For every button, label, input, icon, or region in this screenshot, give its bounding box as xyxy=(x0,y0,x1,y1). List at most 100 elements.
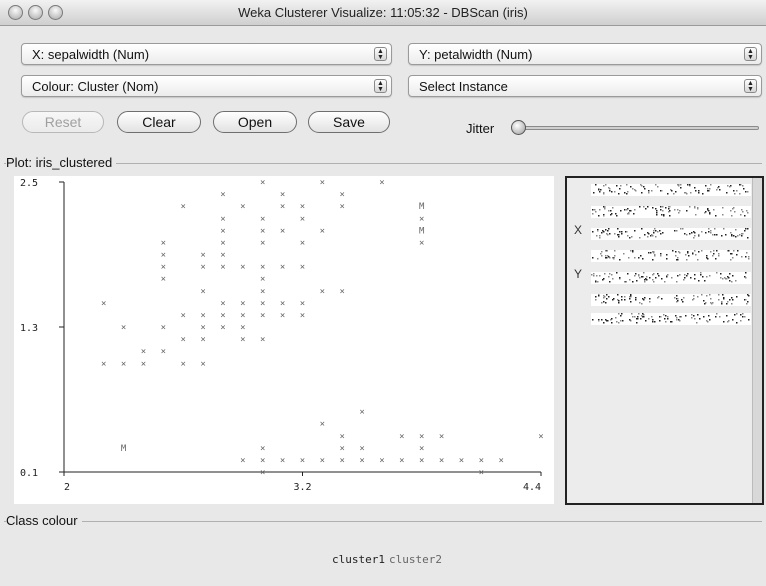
x-axis-select[interactable]: X: sepalwidth (Num) ▲ ▼ xyxy=(21,43,392,65)
data-point-cluster1[interactable]: × xyxy=(260,456,265,466)
data-point-cluster2[interactable]: × xyxy=(300,238,305,248)
data-point-cluster2[interactable]: × xyxy=(280,299,285,309)
data-point-cluster2[interactable]: × xyxy=(240,263,245,273)
data-point-cluster1[interactable]: × xyxy=(419,456,424,466)
data-point-cluster2[interactable]: × xyxy=(200,323,205,333)
data-point-cluster2[interactable]: × xyxy=(260,226,265,236)
data-point-cluster2[interactable]: × xyxy=(200,287,205,297)
attribute-bar-petalwidth[interactable] xyxy=(591,250,751,262)
data-point-cluster2[interactable]: × xyxy=(260,214,265,224)
data-point-cluster2[interactable]: × xyxy=(240,299,245,309)
data-point-cluster2[interactable]: × xyxy=(300,311,305,321)
data-point-cluster2[interactable]: × xyxy=(340,287,345,297)
data-point-noise[interactable]: M xyxy=(419,226,425,236)
attribute-bar-sepallength[interactable] xyxy=(591,184,751,196)
data-point-cluster1[interactable]: × xyxy=(359,408,364,418)
data-point-cluster2[interactable]: × xyxy=(320,226,325,236)
jitter-slider-thumb[interactable] xyxy=(511,120,526,135)
data-point-cluster1[interactable]: × xyxy=(439,456,444,466)
data-point-cluster2[interactable]: × xyxy=(260,311,265,321)
data-point-cluster2[interactable]: × xyxy=(280,190,285,200)
data-point-cluster2[interactable]: × xyxy=(200,359,205,369)
data-point-cluster2[interactable]: × xyxy=(181,202,186,212)
data-point-cluster2[interactable]: × xyxy=(260,178,265,188)
data-point-cluster2[interactable]: × xyxy=(419,238,424,248)
data-point-cluster1[interactable]: × xyxy=(479,456,484,466)
data-point-cluster2[interactable]: × xyxy=(300,299,305,309)
data-point-cluster2[interactable]: × xyxy=(220,190,225,200)
data-point-cluster2[interactable]: × xyxy=(260,263,265,273)
data-point-cluster2[interactable]: × xyxy=(340,202,345,212)
data-point-cluster2[interactable]: × xyxy=(161,238,166,248)
data-point-cluster2[interactable]: × xyxy=(220,323,225,333)
attribute-bar-cluster[interactable] xyxy=(591,313,751,325)
data-point-cluster2[interactable]: × xyxy=(280,263,285,273)
attribute-panel-scrollbar[interactable] xyxy=(752,178,762,503)
data-point-cluster2[interactable]: × xyxy=(300,202,305,212)
data-point-cluster1[interactable]: × xyxy=(419,444,424,454)
data-point-cluster2[interactable]: × xyxy=(240,202,245,212)
data-point-cluster2[interactable]: × xyxy=(280,202,285,212)
data-point-cluster2[interactable]: × xyxy=(320,178,325,188)
data-point-cluster2[interactable]: × xyxy=(379,178,384,188)
data-point-cluster1[interactable]: × xyxy=(399,456,404,466)
data-point-cluster2[interactable]: × xyxy=(220,263,225,273)
data-point-cluster2[interactable]: × xyxy=(280,311,285,321)
data-point-cluster2[interactable]: × xyxy=(181,311,186,321)
data-point-cluster2[interactable]: × xyxy=(121,323,126,333)
data-point-noise[interactable]: M xyxy=(121,444,127,454)
data-point-cluster2[interactable]: × xyxy=(121,359,126,369)
data-point-cluster1[interactable]: × xyxy=(340,456,345,466)
data-point-cluster1[interactable]: × xyxy=(359,444,364,454)
data-point-cluster1[interactable]: × xyxy=(260,444,265,454)
data-point-cluster2[interactable]: × xyxy=(161,347,166,357)
data-point-cluster1[interactable]: × xyxy=(300,456,305,466)
data-point-noise[interactable]: M xyxy=(419,202,425,212)
data-point-cluster1[interactable]: × xyxy=(320,456,325,466)
data-point-cluster2[interactable]: × xyxy=(200,335,205,345)
data-point-cluster1[interactable]: × xyxy=(340,444,345,454)
data-point-cluster2[interactable]: × xyxy=(240,323,245,333)
data-point-cluster1[interactable]: × xyxy=(459,456,464,466)
data-point-cluster2[interactable]: × xyxy=(161,251,166,261)
data-point-cluster2[interactable]: × xyxy=(240,335,245,345)
data-point-cluster2[interactable]: × xyxy=(220,299,225,309)
data-point-cluster1[interactable]: × xyxy=(260,468,265,478)
data-point-cluster2[interactable]: × xyxy=(300,263,305,273)
data-point-cluster2[interactable]: × xyxy=(260,287,265,297)
data-point-cluster2[interactable]: × xyxy=(220,238,225,248)
open-button[interactable]: Open xyxy=(213,111,297,133)
data-point-cluster2[interactable]: × xyxy=(220,251,225,261)
legend-cluster1[interactable]: cluster1 xyxy=(332,553,385,566)
legend-cluster2[interactable]: cluster2 xyxy=(389,553,442,566)
data-point-cluster1[interactable]: × xyxy=(479,468,484,478)
colour-select[interactable]: Colour: Cluster (Nom) ▲ ▼ xyxy=(21,75,392,97)
data-point-cluster1[interactable]: × xyxy=(439,432,444,442)
scatter-plot[interactable]: 2 3.2 4.4 2.5 1.3 0.1 × × × × × × × × × × × × × × × × × × × × × × ×… xyxy=(14,176,554,504)
data-point-cluster1[interactable]: × xyxy=(320,420,325,430)
data-point-cluster1[interactable]: × xyxy=(399,432,404,442)
save-button[interactable]: Save xyxy=(308,111,390,133)
data-point-cluster2[interactable]: × xyxy=(181,359,186,369)
data-point-cluster1[interactable]: × xyxy=(379,456,384,466)
jitter-slider-track[interactable] xyxy=(513,126,759,130)
data-point-cluster1[interactable]: × xyxy=(359,456,364,466)
data-point-cluster1[interactable]: × xyxy=(240,456,245,466)
data-point-cluster2[interactable]: × xyxy=(181,335,186,345)
clear-button[interactable]: Clear xyxy=(117,111,201,133)
data-point-cluster2[interactable]: × xyxy=(161,323,166,333)
data-point-cluster2[interactable]: × xyxy=(220,214,225,224)
data-point-cluster2[interactable]: × xyxy=(200,251,205,261)
data-point-cluster2[interactable]: × xyxy=(240,311,245,321)
data-point-cluster2[interactable]: × xyxy=(101,299,106,309)
data-point-cluster2[interactable]: × xyxy=(220,311,225,321)
data-point-cluster2[interactable]: × xyxy=(280,226,285,236)
data-point-cluster2[interactable]: × xyxy=(200,263,205,273)
attribute-bar-sepalwidth[interactable] xyxy=(591,206,751,218)
data-point-cluster1[interactable]: × xyxy=(538,432,543,442)
data-point-cluster1[interactable]: × xyxy=(499,456,504,466)
data-point-cluster1[interactable]: × xyxy=(280,456,285,466)
data-point-cluster2[interactable]: × xyxy=(260,335,265,345)
attribute-bar-petallength[interactable] xyxy=(591,228,751,240)
data-point-cluster2[interactable]: × xyxy=(300,214,305,224)
